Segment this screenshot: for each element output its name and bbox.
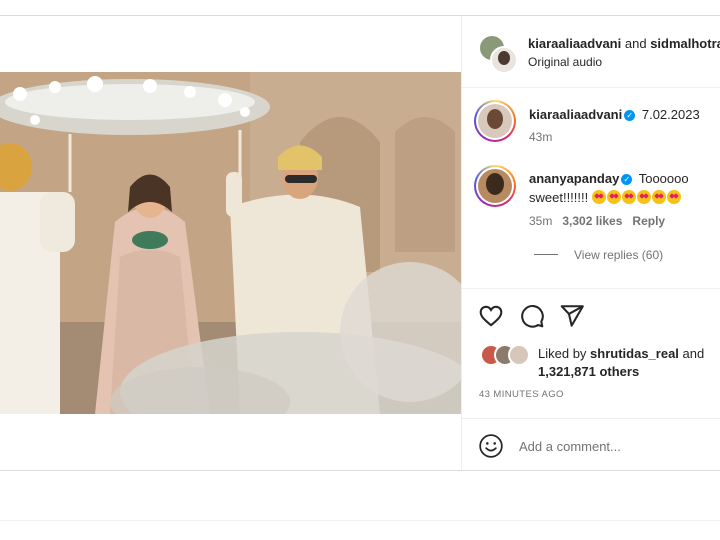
comment-username[interactable]: ananyapanday bbox=[529, 171, 619, 186]
authors-joiner: and bbox=[624, 36, 647, 51]
comment-button[interactable] bbox=[519, 303, 545, 329]
smiley-icon bbox=[479, 434, 503, 458]
liked-by-user[interactable]: shrutidas_real bbox=[590, 346, 679, 361]
wedding-scene-image bbox=[0, 72, 461, 414]
author-link-2[interactable]: sidmalhotra bbox=[650, 36, 720, 51]
caption-username[interactable]: kiaraaliaadvani bbox=[529, 107, 622, 122]
comment: ananyapanday ✓ Toooooo sweet!!!!!!! bbox=[529, 169, 720, 207]
post-header: kiaraaliaadvani and sidmalhotra Original… bbox=[462, 16, 720, 88]
liked-by-others[interactable]: 1,321,871 others bbox=[538, 364, 639, 379]
caption: kiaraaliaadvani ✓ 7.02.2023 bbox=[529, 105, 700, 124]
verified-badge-icon: ✓ bbox=[621, 174, 633, 185]
avatar-kiaraaliaadvani[interactable] bbox=[490, 46, 518, 74]
comment-meta: 35m 3,302 likes Reply bbox=[529, 214, 665, 228]
add-comment-input[interactable] bbox=[519, 436, 709, 456]
liked-by-text: Liked by shrutidas_real and 1,321,871 ot… bbox=[538, 345, 718, 381]
collab-avatars[interactable] bbox=[478, 34, 518, 74]
reply-button[interactable]: Reply bbox=[632, 214, 665, 228]
emoji-picker-button[interactable] bbox=[478, 433, 504, 459]
post-details-panel: kiaraaliaadvani and sidmalhotra Original… bbox=[461, 16, 720, 470]
caption-avatar[interactable] bbox=[474, 100, 516, 142]
heart-icon bbox=[479, 305, 503, 327]
caption-text: 7.02.2023 bbox=[641, 107, 700, 122]
comment-likes[interactable]: 3,302 likes bbox=[562, 214, 622, 228]
send-icon bbox=[560, 305, 584, 327]
comment-box-divider bbox=[462, 418, 720, 419]
actions-divider bbox=[462, 288, 720, 289]
view-replies-button[interactable]: View replies (60) bbox=[534, 248, 663, 262]
page-background bbox=[0, 471, 720, 540]
post-timestamp[interactable]: 43 MINUTES AGO bbox=[479, 389, 564, 400]
post-video[interactable] bbox=[0, 72, 461, 414]
comment-icon bbox=[521, 305, 544, 328]
view-replies-label: View replies (60) bbox=[574, 248, 664, 262]
caption-time[interactable]: 43m bbox=[529, 130, 552, 144]
audio-link[interactable]: Original audio bbox=[528, 55, 602, 69]
liked-by-prefix: Liked by bbox=[538, 346, 587, 361]
liked-by-avatars[interactable] bbox=[480, 344, 536, 366]
like-button[interactable] bbox=[478, 303, 504, 329]
author-link-1[interactable]: kiaraaliaadvani bbox=[528, 36, 621, 51]
replies-divider bbox=[534, 254, 558, 255]
star-struck-emojis bbox=[591, 190, 682, 205]
liked-by-and: and bbox=[682, 346, 705, 361]
post-authors: kiaraaliaadvani and sidmalhotra bbox=[528, 36, 720, 51]
page-divider bbox=[0, 520, 720, 521]
comment-avatar[interactable] bbox=[474, 165, 516, 207]
comment-time[interactable]: 35m bbox=[529, 214, 552, 228]
share-button[interactable] bbox=[559, 303, 585, 329]
verified-badge-icon: ✓ bbox=[624, 110, 636, 121]
